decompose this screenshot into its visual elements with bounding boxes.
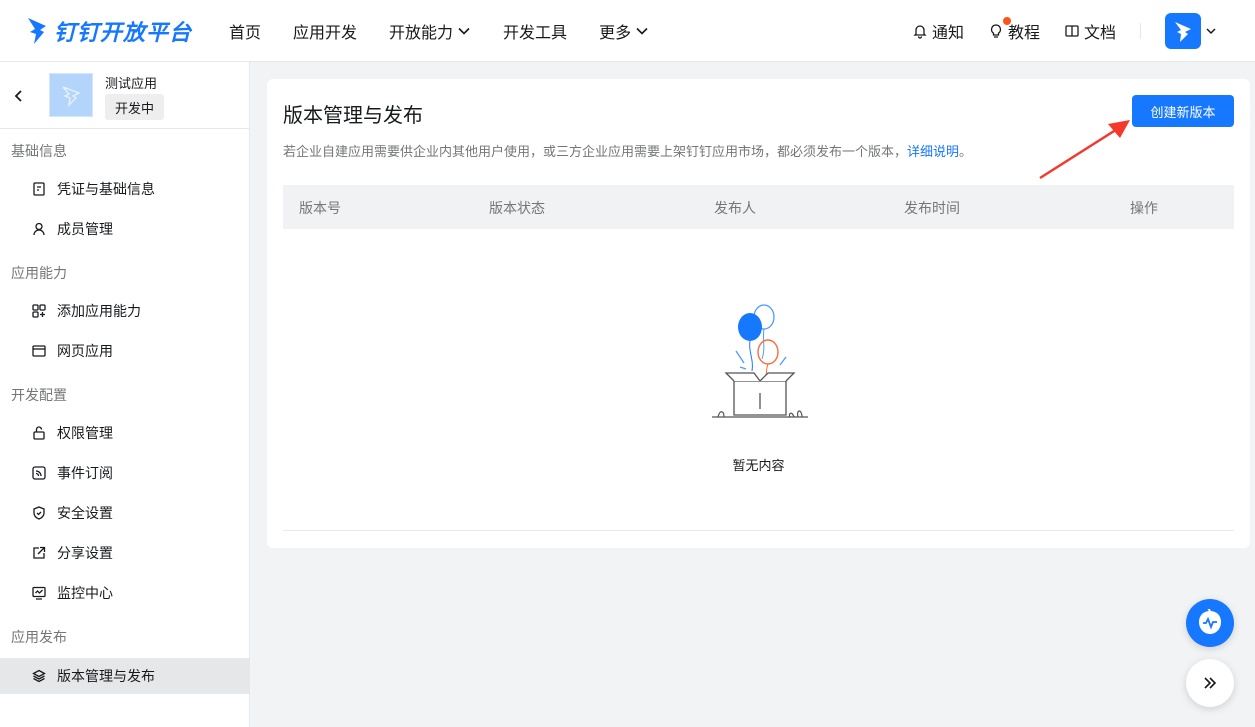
table-header: 版本号 版本状态 发布人 发布时间 操作 xyxy=(283,185,1234,229)
page-title: 版本管理与发布 xyxy=(283,103,423,127)
sidebar-item-monitoring[interactable]: 监控中心 xyxy=(0,575,250,611)
monitor-icon xyxy=(32,586,46,600)
expand-panel-button[interactable] xyxy=(1186,659,1234,707)
header-right: 通知 教程 文档 xyxy=(912,0,1255,62)
app-thumbnail xyxy=(49,73,93,117)
lock-icon xyxy=(33,426,45,440)
column-header-actions: 操作 xyxy=(1130,201,1158,217)
top-header: 钉钉开放平台 首页 应用开发 开放能力 开发工具 更多 通知 教程 文档 xyxy=(0,0,1255,62)
column-header-publisher: 发布人 xyxy=(714,201,756,217)
nav-item-dev-tools[interactable]: 开发工具 xyxy=(503,19,567,43)
menu-label: 版本管理与发布 xyxy=(57,669,155,685)
nav-label: 开放能力 xyxy=(389,22,454,42)
sidebar-item-add-capability[interactable]: 添加应用能力 xyxy=(0,293,250,329)
chevron-down-icon xyxy=(458,27,470,35)
menu-label: 监控中心 xyxy=(57,586,113,602)
layers-icon xyxy=(32,669,46,683)
nav-label: 首页 xyxy=(229,22,262,42)
app-name: 测试应用 xyxy=(105,77,158,92)
notify-label: 通知 xyxy=(931,23,964,42)
empty-balloon-box-icon xyxy=(712,304,808,418)
sidebar-item-security[interactable]: 安全设置 xyxy=(0,495,250,531)
nav-label: 更多 xyxy=(599,22,632,42)
menu-label: 安全设置 xyxy=(57,506,113,522)
top-nav: 首页 应用开发 开放能力 开发工具 更多 xyxy=(229,0,681,62)
version-management-card: 版本管理与发布 若企业自建应用需要供企业内其他用户使用，或三方企业应用需要上架钉… xyxy=(267,79,1250,548)
double-chevron-right-icon xyxy=(1204,677,1217,689)
chevron-down-icon[interactable] xyxy=(1205,25,1217,37)
docs-label: 文档 xyxy=(1083,23,1116,42)
apps-add-icon xyxy=(32,304,46,318)
column-header-publish-time: 发布时间 xyxy=(904,201,960,217)
menu-label: 凭证与基础信息 xyxy=(57,182,155,198)
page-description: 若企业自建应用需要供企业内其他用户使用，或三方企业应用需要上架钉钉应用市场，都必… xyxy=(283,141,972,160)
menu-label: 事件订阅 xyxy=(57,466,113,482)
empty-state-text: 暂无内容 xyxy=(732,459,785,474)
description-text: 若企业自建应用需要供企业内其他用户使用，或三方企业应用需要上架钉钉应用市场，都必… xyxy=(283,145,908,160)
group-title-app-release: 应用发布 xyxy=(11,630,67,646)
tutorial-link[interactable]: 教程 xyxy=(988,17,1040,43)
menu-label: 分享设置 xyxy=(57,546,113,562)
tutorial-label: 教程 xyxy=(1007,23,1040,42)
sidebar-item-members[interactable]: 成员管理 xyxy=(0,211,250,247)
menu-label: 网页应用 xyxy=(57,344,113,360)
column-header-version: 版本号 xyxy=(299,201,341,217)
app-logo-icon xyxy=(62,86,81,107)
app-status-badge: 开发中 xyxy=(105,94,165,120)
browser-window-icon xyxy=(32,345,46,357)
sidebar-item-event-subscription[interactable]: 事件订阅 xyxy=(0,455,250,491)
app-card: 测试应用 开发中 xyxy=(0,62,249,129)
column-header-status: 版本状态 xyxy=(489,201,545,217)
sidebar-item-permissions[interactable]: 权限管理 xyxy=(0,415,250,451)
nav-label: 应用开发 xyxy=(293,22,358,42)
sidebar-item-credentials[interactable]: 凭证与基础信息 xyxy=(0,171,250,207)
credential-icon xyxy=(33,182,45,196)
chevron-left-icon[interactable] xyxy=(11,87,25,105)
header-divider xyxy=(1140,23,1141,39)
create-version-button[interactable]: 创建新版本 xyxy=(1132,95,1234,127)
group-title-app-capabilities: 应用能力 xyxy=(11,266,67,282)
nav-item-app-dev[interactable]: 应用开发 xyxy=(293,19,357,43)
assistant-bot-button[interactable] xyxy=(1186,599,1234,647)
menu-label: 成员管理 xyxy=(57,222,113,238)
nav-label: 开发工具 xyxy=(503,22,568,42)
menu-label: 权限管理 xyxy=(57,426,113,442)
group-title-dev-config: 开发配置 xyxy=(11,388,67,404)
sidebar-item-share[interactable]: 分享设置 xyxy=(0,535,250,571)
robot-assistant-icon xyxy=(1199,609,1221,634)
menu-label: 添加应用能力 xyxy=(57,304,141,320)
unread-dot xyxy=(1002,17,1011,25)
nav-item-home[interactable]: 首页 xyxy=(229,19,261,43)
notify-link[interactable]: 通知 xyxy=(912,19,964,43)
dingtalk-logo-icon xyxy=(28,17,46,44)
description-end: 。 xyxy=(959,145,973,160)
sidebar-item-web-app[interactable]: 网页应用 xyxy=(0,333,250,369)
rss-icon xyxy=(32,466,46,480)
share-icon xyxy=(33,546,46,559)
shield-icon xyxy=(33,506,45,520)
lightbulb-icon xyxy=(990,24,1002,38)
nav-item-open-capabilities[interactable]: 开放能力 xyxy=(389,19,471,43)
book-icon xyxy=(1065,25,1079,37)
chevron-down-icon xyxy=(636,27,648,35)
user-avatar[interactable] xyxy=(1165,13,1201,49)
docs-link[interactable]: 文档 xyxy=(1064,19,1116,43)
group-title-basic-info: 基础信息 xyxy=(11,144,67,160)
nav-item-more[interactable]: 更多 xyxy=(599,19,649,43)
sidebar: 测试应用 开发中 基础信息 凭证与基础信息 成员管理 应用能力 添加应用能力 网… xyxy=(0,62,250,727)
dingtalk-logo[interactable]: 钉钉开放平台 xyxy=(26,15,206,47)
detail-link[interactable]: 详细说明 xyxy=(907,145,959,160)
bell-icon xyxy=(913,25,927,39)
user-icon xyxy=(33,222,45,236)
logo-text: 钉钉开放平台 xyxy=(54,20,193,46)
table-bottom-border xyxy=(283,530,1234,531)
dingtalk-avatar-icon xyxy=(1175,22,1191,42)
sidebar-item-version-release[interactable]: 版本管理与发布 xyxy=(0,658,250,694)
